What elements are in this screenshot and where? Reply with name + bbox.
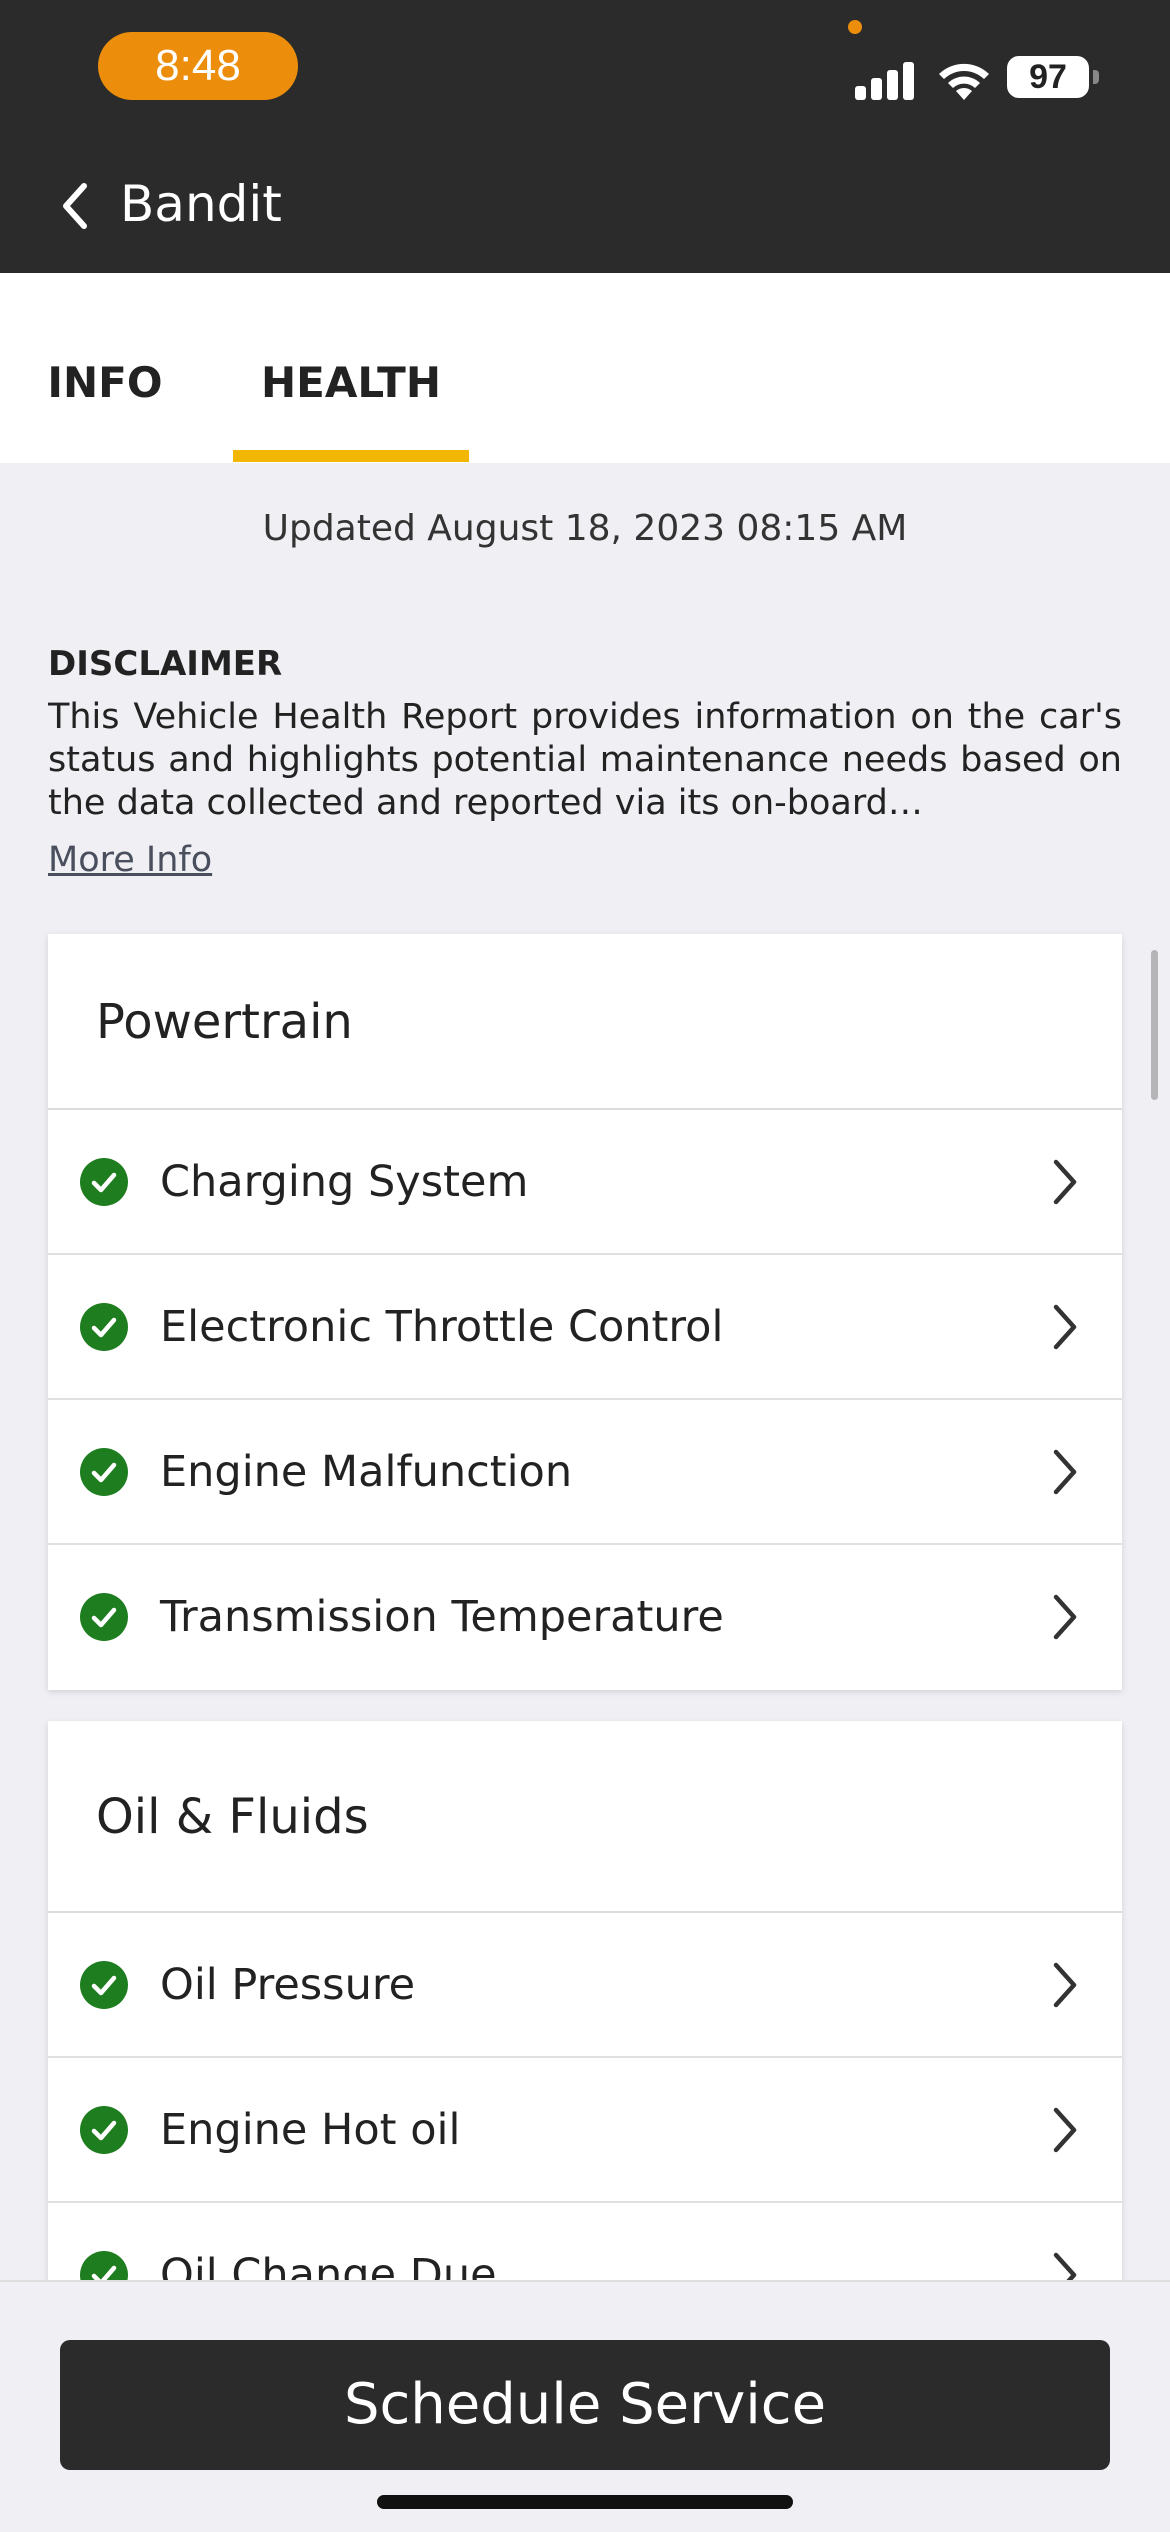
list-item[interactable]: Engine Malfunction [48,1400,1122,1545]
list-item[interactable]: Charging System [48,1110,1122,1255]
wifi-icon [939,63,989,100]
tab-health[interactable]: HEALTH [233,273,469,463]
battery-icon: 97 [1007,56,1089,98]
active-tab-indicator [233,450,469,462]
list-item[interactable]: Oil Pressure [48,1913,1122,2058]
tab-info[interactable]: INFO [30,273,180,463]
nav-title[interactable]: Bandit [120,175,282,233]
check-circle-icon [80,1961,128,2009]
chevron-right-icon [1053,1449,1077,1495]
list-item-label: Engine Malfunction [160,1447,573,1497]
section-title: Powertrain [48,934,1122,1110]
disclaimer-text: This Vehicle Health Report provides info… [48,697,1122,823]
schedule-service-button[interactable]: Schedule Service [60,2340,1110,2470]
updated-timestamp: Updated August 18, 2023 08:15 AM [262,508,908,549]
app-header: 8:48 97 Bandit [0,0,1170,273]
battery-tip [1093,70,1099,84]
check-circle-icon [80,1448,128,1496]
section-card-powertrain: Powertrain Charging System Electronic Th… [48,934,1122,1690]
check-circle-icon [80,2106,128,2154]
section-title: Oil & Fluids [48,1721,1122,1913]
list-item-label: Electronic Throttle Control [160,1302,724,1352]
chevron-right-icon [1053,2107,1077,2153]
chevron-right-icon [1053,1594,1077,1640]
list-item[interactable]: Transmission Temperature [48,1545,1122,1690]
chevron-right-icon [1053,1962,1077,2008]
check-circle-icon [80,1303,128,1351]
status-time: 8:48 [98,32,298,100]
list-item-label: Transmission Temperature [160,1592,724,1642]
disclaimer-title: DISCLAIMER [48,644,283,684]
cellular-signal-icon [855,60,915,100]
list-item[interactable]: Electronic Throttle Control [48,1255,1122,1400]
list-item-label: Oil Pressure [160,1960,416,2010]
scrollbar-thumb[interactable] [1151,950,1158,1100]
section-card-oil-fluids: Oil & Fluids Oil Pressure Engine Hot oil… [48,1721,1122,2348]
more-info-link[interactable]: More Info [48,840,212,880]
list-item-label: Engine Hot oil [160,2105,461,2155]
privacy-indicator-dot [848,20,862,34]
home-indicator [377,2495,793,2509]
check-circle-icon [80,1593,128,1641]
check-circle-icon [80,1158,128,1206]
chevron-right-icon [1053,1159,1077,1205]
chevron-right-icon [1053,1304,1077,1350]
tab-bar: INFO HEALTH [0,273,1170,463]
list-item[interactable]: Engine Hot oil [48,2058,1122,2203]
list-item-label: Charging System [160,1157,529,1207]
back-chevron-icon[interactable] [56,172,96,240]
